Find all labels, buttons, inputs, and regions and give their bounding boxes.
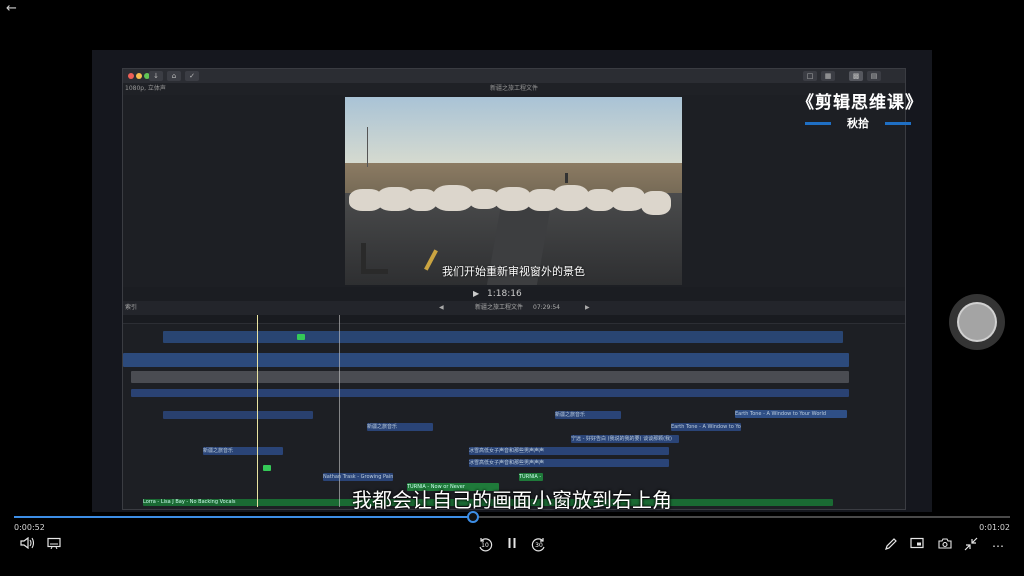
caption-clip: 冰雪高低女子声音和那些男声声声 <box>469 447 669 455</box>
viewer-frame: 我们开始重新审视窗外的景色 <box>345 97 682 285</box>
inspector-icon: ▤ <box>867 71 881 81</box>
viewer-subtitle: 我们开始重新审视窗外的景色 <box>442 265 585 278</box>
caption-clip: 冰雪高低女子声音和那些男声声声 <box>469 459 669 467</box>
format-label: 1080p, 立体声 <box>125 85 166 92</box>
volume-icon[interactable] <box>18 536 36 555</box>
forward-30-icon[interactable]: 30 <box>530 537 548 555</box>
audio-clip: Earth Tone - A Window to Your World <box>671 423 741 431</box>
playhead <box>257 315 258 507</box>
caption-clip: 新疆之旅音乐 <box>555 411 621 419</box>
keyword-icon: ⌂ <box>167 71 181 81</box>
course-branding: 《剪辑思维课》 秋拾 <box>797 88 923 131</box>
forward-seconds: 30 <box>535 542 543 549</box>
share-icon: □ <box>803 71 817 81</box>
video-clip-row-1 <box>163 331 843 343</box>
total-time: 0:01:02 <box>979 523 1010 532</box>
timecode-bar: ▶ 1:18:16 <box>123 287 905 301</box>
music-clip: Nathan Trask - Growing Pains <box>323 473 393 481</box>
check-icon: ✓ <box>185 71 199 81</box>
brand-line-left <box>805 122 831 125</box>
timecode: 1:18:16 <box>487 289 522 299</box>
audio-clip: Earth Tone - A Window to Your World <box>735 410 847 418</box>
import-icon: ↓ <box>149 71 163 81</box>
layout-icon: ▦ <box>821 71 835 81</box>
editor-window: ↓ ⌂ ✓ □ ▦ ▩ ▤ 1080p, 立体声 新疆之旅工程文件 我们开始重新… <box>122 68 906 510</box>
marker <box>297 334 305 340</box>
assistive-touch-button[interactable] <box>949 294 1005 350</box>
editor-titlebar: ↓ ⌂ ✓ □ ▦ ▩ ▤ <box>123 69 905 83</box>
skimmer <box>339 315 340 507</box>
chevron-right-icon: ▶ <box>585 304 590 311</box>
progress-fill <box>14 516 473 518</box>
shepherd <box>565 173 568 183</box>
panel-icon: ▩ <box>849 71 863 81</box>
timeline-project: 新疆之旅工程文件 <box>475 304 524 311</box>
progress-thumb[interactable] <box>467 511 480 523</box>
timeline-header: 索引 ◀ 新疆之旅工程文件 07:29:54 ▶ <box>123 301 905 315</box>
brand-line-right <box>885 122 911 125</box>
editor-subbar: 1080p, 立体声 新疆之旅工程文件 <box>123 83 905 95</box>
primary-storyline <box>131 371 849 383</box>
timeline-duration: 07:29:54 <box>533 304 560 311</box>
more-icon[interactable]: ⋯ <box>989 537 1007 555</box>
timeline: Earth Tone - A Window to Your World 新疆之旅… <box>123 315 905 507</box>
rewind-seconds: 10 <box>481 542 489 549</box>
window-title: 新疆之旅工程文件 <box>490 85 539 92</box>
rewind-10-icon[interactable]: 10 <box>476 537 494 555</box>
camera-icon[interactable] <box>936 537 954 555</box>
progress-bar[interactable] <box>14 511 1010 523</box>
music-clip: TURNIA - ... <box>519 473 543 481</box>
timeline-ruler <box>123 315 905 324</box>
caption-clip: 新疆之旅音乐 <box>367 423 433 431</box>
exit-fullscreen-icon[interactable] <box>962 537 980 555</box>
pause-icon[interactable] <box>503 537 521 555</box>
back-arrow-icon[interactable]: ← <box>6 2 22 16</box>
caption-clip: 新疆之旅音乐 <box>203 447 283 455</box>
title-row <box>131 389 849 397</box>
caption-clip: 宁远 - 好好告白 (我说的我的要) 谈谈那颗(我) <box>571 435 679 443</box>
captions-icon[interactable] <box>45 537 63 555</box>
pen-icon[interactable] <box>882 537 900 555</box>
index-label: 索引 <box>125 304 138 311</box>
play-icon: ▶ <box>473 289 480 298</box>
minimize-dot-icon <box>136 73 142 79</box>
cast-icon[interactable] <box>908 537 926 555</box>
chevron-left-icon: ◀ <box>439 304 444 311</box>
video-clip-row-2 <box>123 353 849 367</box>
close-dot-icon <box>128 73 134 79</box>
current-time: 0:00:52 <box>14 523 45 532</box>
video-subtitle: 我都会让自己的画面小窗放到右上角 <box>352 488 672 512</box>
course-title: 《剪辑思维课》 <box>797 93 923 113</box>
